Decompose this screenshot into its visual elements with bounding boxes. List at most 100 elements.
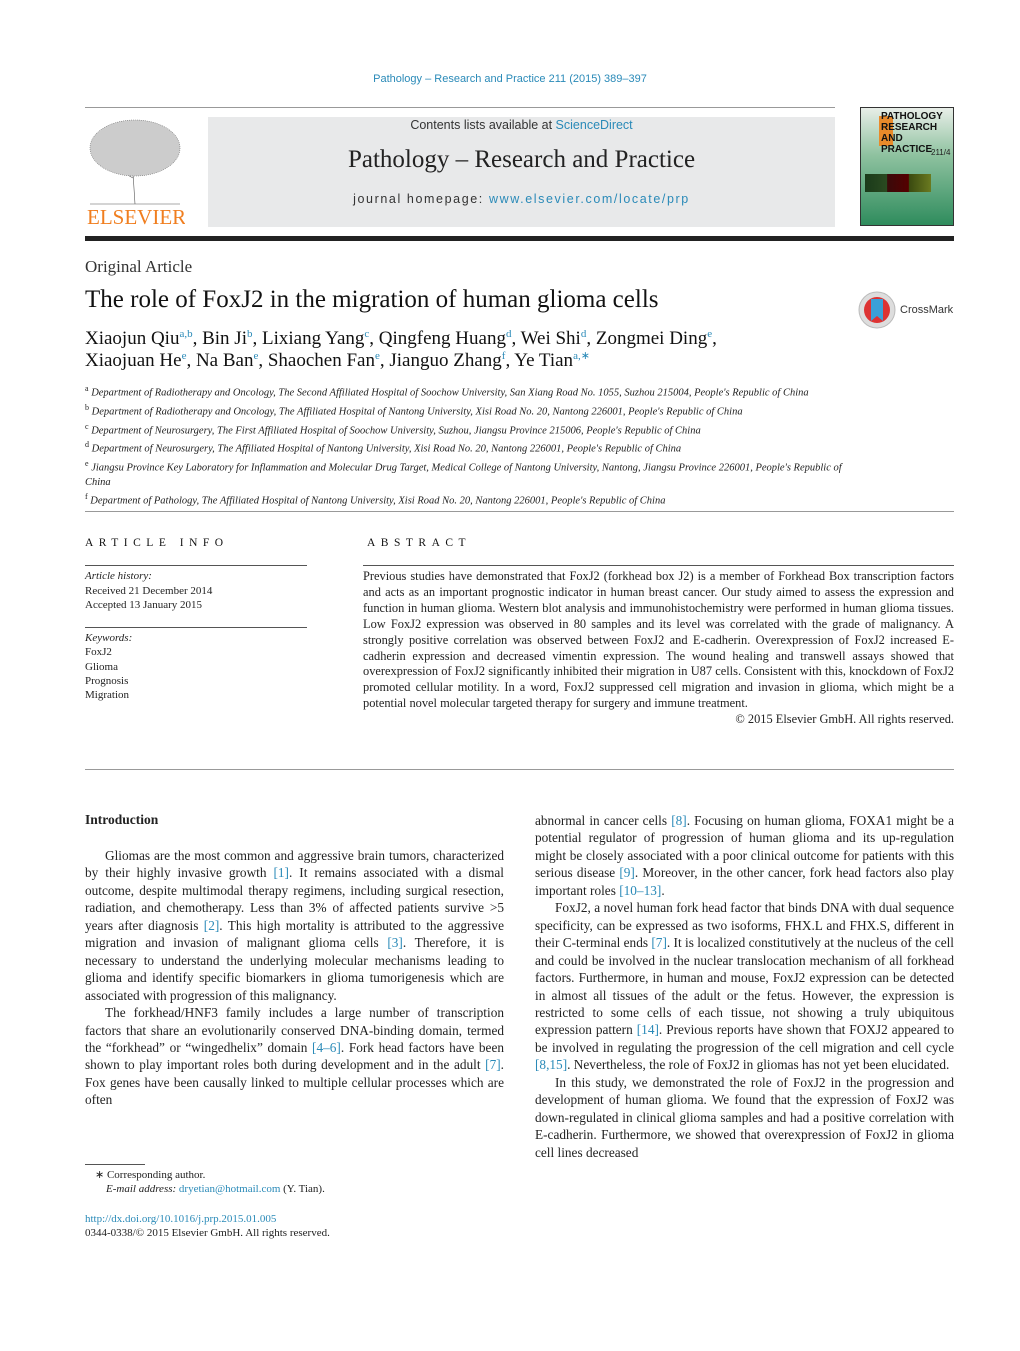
affiliation-text: Department of Radiotherapy and Oncology,… [89, 406, 743, 418]
paragraph: Gliomas are the most common and aggressi… [85, 847, 504, 1004]
text-run: , Na Ban [186, 349, 254, 371]
abstract-heading: ABSTRACT [367, 537, 472, 549]
text-run: In this study, we demonstrated the role … [535, 1074, 954, 1160]
text-run: abnormal in cancer cells [535, 813, 672, 828]
citation-link[interactable]: [7] [485, 1057, 501, 1072]
elsevier-wordmark: ELSEVIER [87, 205, 185, 228]
affiliation: a Department of Radiotherapy and Oncolog… [85, 382, 845, 401]
journal-citation-link[interactable]: Pathology – Research and Practice 211 (2… [0, 73, 1020, 85]
elsevier-logo[interactable]: ELSEVIER [85, 118, 186, 229]
abstract-copyright: © 2015 Elsevier GmbH. All rights reserve… [735, 712, 954, 727]
email-suffix: (Y. Tian). [280, 1183, 325, 1195]
homepage-label: journal homepage: [353, 192, 489, 206]
text-run: . Nevertheless, the role of FoxJ2 in gli… [567, 1057, 950, 1073]
accepted-date: Accepted 13 January 2015 [85, 599, 202, 611]
divider [85, 769, 954, 770]
crossmark-icon [858, 291, 896, 329]
divider [85, 627, 307, 628]
journal-banner: Contents lists available at ScienceDirec… [208, 117, 835, 227]
citation-link[interactable]: [4–6] [312, 1040, 341, 1055]
text-run: , Shaochen Fan [258, 349, 375, 371]
citation-link[interactable]: [7] [651, 935, 667, 950]
body-column-left: Gliomas are the most common and aggressi… [85, 847, 504, 1109]
keyword: Prognosis [85, 674, 129, 687]
elsevier-tree-icon: ELSEVIER [87, 118, 186, 229]
text-run: , Zongmei Ding [586, 328, 708, 349]
paragraph: FoxJ2, a novel human fork head factor th… [535, 899, 954, 1074]
contents-label: Contents lists available at [410, 118, 556, 132]
keywords-label: Keywords: [85, 632, 133, 644]
divider [85, 511, 954, 512]
paragraph: In this study, we demonstrated the role … [535, 1074, 954, 1161]
citation-link[interactable]: [1] [273, 865, 289, 880]
text-run: Xiaojun Qiu [85, 328, 180, 349]
citation-link[interactable]: [8] [671, 813, 687, 828]
affiliation-text: Department of Radiotherapy and Oncology,… [88, 387, 809, 399]
affiliation-list: a Department of Radiotherapy and Oncolog… [85, 382, 845, 509]
text-run: , Lixiang Yang [252, 328, 365, 349]
crossmark-label: CrossMark [900, 304, 954, 316]
article-title: The role of FoxJ2 in the migration of hu… [85, 286, 659, 313]
text-run: , Ye Tian [505, 349, 574, 371]
affiliation-text: Department of Neurosurgery, The Affiliat… [89, 443, 682, 455]
section-heading-introduction: Introduction [85, 812, 159, 827]
citation-link[interactable]: [8,15] [535, 1057, 567, 1072]
author-list: Xiaojun Qiua,b, Bin Jib, Lixiang Yangc, … [85, 328, 805, 371]
affiliation: c Department of Neurosurgery, The First … [85, 420, 845, 439]
text-run: Xiaojuan He [85, 349, 182, 371]
article-info-heading: ARTICLE INFO [85, 537, 229, 549]
footnote-text: Corresponding author. [106, 1169, 206, 1181]
text-run: , Wei Shi [511, 328, 581, 349]
citation-link[interactable]: [14] [637, 1022, 659, 1037]
article-type: Original Article [85, 257, 193, 276]
history-label: Article history: [85, 570, 152, 582]
text-run: , Jianguo Zhang [379, 349, 502, 371]
citation-link[interactable]: [10–13] [619, 883, 661, 898]
citation-link[interactable]: [9] [619, 865, 635, 880]
doi-block: http://dx.doi.org/10.1016/j.prp.2015.01.… [85, 1212, 330, 1240]
paragraph: The forkhead/HNF3 family includes a larg… [85, 1004, 504, 1109]
text-run: . [661, 882, 665, 898]
text-run: , Bin Ji [192, 328, 247, 349]
cover-micrographs [865, 174, 931, 192]
affiliation: e Jiangsu Province Key Laboratory for In… [85, 457, 845, 490]
affiliation-marker[interactable]: a,∗ [573, 350, 590, 362]
text-run: , [712, 328, 717, 349]
footnote-rule [85, 1164, 145, 1165]
citation-link[interactable]: [3] [387, 935, 403, 950]
keyword: Glioma [85, 660, 118, 673]
footnote-mark: ∗ [95, 1169, 105, 1181]
doi-link[interactable]: http://dx.doi.org/10.1016/j.prp.2015.01.… [85, 1213, 276, 1225]
email-label: E-mail address: [106, 1183, 179, 1195]
corresponding-author-footnote: ∗ Corresponding author. E-mail address: … [95, 1168, 325, 1196]
divider [85, 565, 307, 566]
crossmark-button[interactable]: CrossMark [858, 291, 953, 329]
paragraph: abnormal in cancer cells [8]. Focusing o… [535, 812, 954, 899]
abstract: Previous studies have demonstrated that … [363, 569, 954, 728]
abstract-text: Previous studies have demonstrated that … [363, 569, 954, 711]
email-link[interactable]: dryetian@hotmail.com [179, 1183, 280, 1195]
cover-volume: 211/4 [931, 148, 951, 157]
issn-copyright: 0344-0338/© 2015 Elsevier GmbH. All righ… [85, 1227, 330, 1239]
keyword: FoxJ2 [85, 646, 112, 659]
journal-title: Pathology – Research and Practice [347, 146, 696, 173]
affiliation: b Department of Radiotherapy and Oncolog… [85, 401, 845, 420]
article-history: Article history: Received 21 December 20… [85, 569, 212, 613]
divider [363, 565, 954, 566]
sciencedirect-link[interactable]: ScienceDirect [556, 118, 633, 132]
text-run: , Qingfeng Huang [369, 328, 506, 349]
affiliation-text: Jiangsu Province Key Laboratory for Infl… [85, 462, 842, 488]
citation-link[interactable]: [2] [204, 918, 220, 933]
homepage-link[interactable]: www.elsevier.com/locate/prp [489, 192, 690, 206]
affiliation-marker[interactable]: a,b [179, 328, 192, 340]
article-page: Pathology – Research and Practice 211 (2… [0, 0, 1020, 1351]
affiliation: d Department of Neurosurgery, The Affili… [85, 438, 845, 457]
affiliation: f Department of Pathology, The Affiliate… [85, 490, 845, 509]
header-rule [85, 236, 954, 241]
journal-cover-image[interactable]: PATHOLOGY RESEARCH AND PRACTICE 211/4 [860, 107, 954, 226]
divider [85, 107, 835, 108]
affiliation-text: Department of Neurosurgery, The First Af… [88, 425, 701, 437]
keywords: Keywords: FoxJ2 Glioma Prognosis Migrati… [85, 631, 132, 702]
affiliation-text: Department of Pathology, The Affiliated … [87, 495, 666, 507]
keyword: Migration [85, 689, 129, 702]
